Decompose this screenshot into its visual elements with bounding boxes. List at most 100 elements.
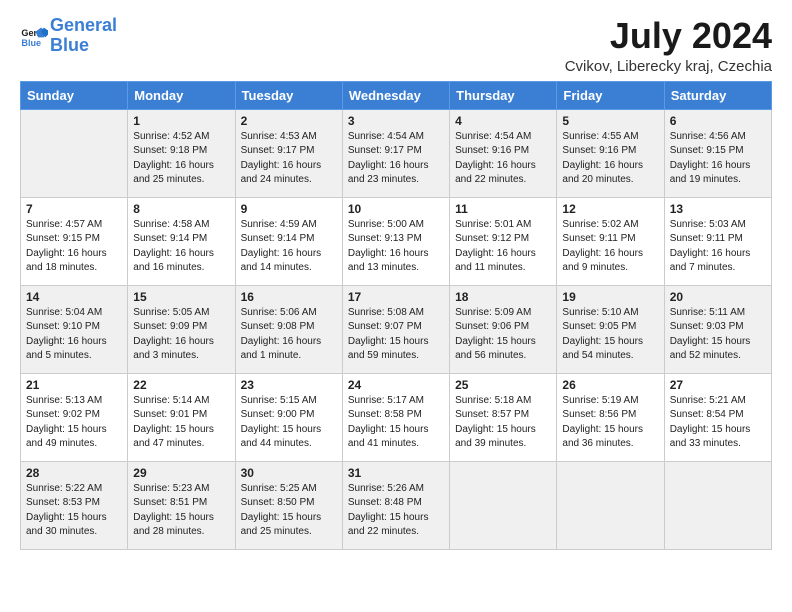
calendar-cell: 1 Sunrise: 4:52 AMSunset: 9:18 PMDaylight… bbox=[128, 109, 235, 197]
svg-text:Blue: Blue bbox=[21, 38, 41, 48]
day-number: 5 bbox=[562, 114, 658, 128]
calendar-cell: 9Sunrise: 4:59 AMSunset: 9:14 PMDaylight… bbox=[235, 197, 342, 285]
day-info: Sunrise: 5:21 AMSunset: 8:54 PMDaylight:… bbox=[670, 394, 766, 452]
calendar-cell: 10Sunrise: 5:00 AMSunset: 9:13 PMDayligh… bbox=[342, 197, 449, 285]
day-number: 12 bbox=[562, 202, 658, 216]
calendar-week-row: 28Sunrise: 5:22 AMSunset: 8:53 PMDayligh… bbox=[21, 461, 772, 549]
calendar-cell: 11 Sunrise: 5:01 AMSunset: 9:12 PMDayligh… bbox=[450, 197, 557, 285]
calendar-cell: 17 Sunrise: 5:08 AMSunset: 9:07 PMDayligh… bbox=[342, 285, 449, 373]
day-number: 23 bbox=[241, 378, 337, 392]
day-header-saturday: Saturday bbox=[664, 81, 771, 109]
day-number: 16 bbox=[241, 290, 337, 304]
day-header-tuesday: Tuesday bbox=[235, 81, 342, 109]
calendar-cell: 13 Sunrise: 5:03 AMSunset: 9:11 PMDayligh… bbox=[664, 197, 771, 285]
calendar-table: SundayMondayTuesdayWednesdayThursdayFrid… bbox=[20, 81, 772, 550]
day-number: 2 bbox=[241, 114, 337, 128]
calendar-week-row: 21Sunrise: 5:13 AMSunset: 9:02 PMDayligh… bbox=[21, 373, 772, 461]
calendar-cell: 8Sunrise: 4:58 AMSunset: 9:14 PMDaylight… bbox=[128, 197, 235, 285]
day-number: 1 bbox=[133, 114, 229, 128]
day-info: Sunrise: 4:54 AMSunset: 9:17 PMDaylight:… bbox=[348, 130, 444, 188]
day-number: 3 bbox=[348, 114, 444, 128]
calendar-cell: 18 Sunrise: 5:09 AMSunset: 9:06 PMDayligh… bbox=[450, 285, 557, 373]
day-info: Sunrise: 5:22 AMSunset: 8:53 PMDaylight:… bbox=[26, 482, 122, 540]
day-number: 31 bbox=[348, 466, 444, 480]
calendar-cell: 22 Sunrise: 5:14 AMSunset: 9:01 PMDayligh… bbox=[128, 373, 235, 461]
day-info: Sunrise: 5:04 AMSunset: 9:10 PMDaylight:… bbox=[26, 306, 122, 364]
calendar-cell: 19 Sunrise: 5:10 AMSunset: 9:05 PMDayligh… bbox=[557, 285, 664, 373]
day-number: 7 bbox=[26, 202, 122, 216]
day-info: Sunrise: 4:59 AMSunset: 9:14 PMDaylight:… bbox=[241, 218, 337, 276]
calendar-cell: 12Sunrise: 5:02 AMSunset: 9:11 PMDayligh… bbox=[557, 197, 664, 285]
day-header-sunday: Sunday bbox=[21, 81, 128, 109]
day-info: Sunrise: 5:23 AMSunset: 8:51 PMDaylight:… bbox=[133, 482, 229, 540]
calendar-cell: 26Sunrise: 5:19 AMSunset: 8:56 PMDayligh… bbox=[557, 373, 664, 461]
day-info: Sunrise: 5:14 AMSunset: 9:01 PMDaylight:… bbox=[133, 394, 229, 452]
day-number: 15 bbox=[133, 290, 229, 304]
day-number: 22 bbox=[133, 378, 229, 392]
day-info: Sunrise: 5:10 AMSunset: 9:05 PMDaylight:… bbox=[562, 306, 658, 364]
calendar-cell: 16 Sunrise: 5:06 AMSunset: 9:08 PMDayligh… bbox=[235, 285, 342, 373]
calendar-cell: 25Sunrise: 5:18 AMSunset: 8:57 PMDayligh… bbox=[450, 373, 557, 461]
day-info: Sunrise: 5:01 AMSunset: 9:12 PMDaylight:… bbox=[455, 218, 551, 276]
calendar-cell: 20 Sunrise: 5:11 AMSunset: 9:03 PMDayligh… bbox=[664, 285, 771, 373]
calendar-cell: 29 Sunrise: 5:23 AMSunset: 8:51 PMDayligh… bbox=[128, 461, 235, 549]
day-number: 14 bbox=[26, 290, 122, 304]
calendar-cell: 27Sunrise: 5:21 AMSunset: 8:54 PMDayligh… bbox=[664, 373, 771, 461]
logo-line2: Blue bbox=[50, 35, 89, 55]
day-header-monday: Monday bbox=[128, 81, 235, 109]
day-info: Sunrise: 5:17 AMSunset: 8:58 PMDaylight:… bbox=[348, 394, 444, 452]
day-header-friday: Friday bbox=[557, 81, 664, 109]
calendar-cell: 24 Sunrise: 5:17 AMSunset: 8:58 PMDayligh… bbox=[342, 373, 449, 461]
day-info: Sunrise: 5:09 AMSunset: 9:06 PMDaylight:… bbox=[455, 306, 551, 364]
day-info: Sunrise: 5:25 AMSunset: 8:50 PMDaylight:… bbox=[241, 482, 337, 540]
calendar-cell: 31Sunrise: 5:26 AMSunset: 8:48 PMDayligh… bbox=[342, 461, 449, 549]
calendar-cell: 6 Sunrise: 4:56 AMSunset: 9:15 PMDaylight… bbox=[664, 109, 771, 197]
calendar-cell: 21Sunrise: 5:13 AMSunset: 9:02 PMDayligh… bbox=[21, 373, 128, 461]
day-info: Sunrise: 4:52 AMSunset: 9:18 PMDaylight:… bbox=[133, 130, 229, 188]
day-number: 11 bbox=[455, 202, 551, 216]
day-number: 4 bbox=[455, 114, 551, 128]
day-number: 26 bbox=[562, 378, 658, 392]
day-info: Sunrise: 4:53 AMSunset: 9:17 PMDaylight:… bbox=[241, 130, 337, 188]
day-info: Sunrise: 5:11 AMSunset: 9:03 PMDaylight:… bbox=[670, 306, 766, 364]
day-number: 25 bbox=[455, 378, 551, 392]
logo: General Blue General Blue bbox=[20, 16, 117, 56]
calendar-cell: 15 Sunrise: 5:05 AMSunset: 9:09 PMDayligh… bbox=[128, 285, 235, 373]
day-info: Sunrise: 4:57 AMSunset: 9:15 PMDaylight:… bbox=[26, 218, 122, 276]
day-number: 13 bbox=[670, 202, 766, 216]
title-block: July 2024 Cvikov, Liberecky kraj, Czechi… bbox=[565, 16, 772, 75]
day-number: 29 bbox=[133, 466, 229, 480]
calendar-week-row: 14 Sunrise: 5:04 AMSunset: 9:10 PMDayligh… bbox=[21, 285, 772, 373]
calendar-week-row: 7 Sunrise: 4:57 AMSunset: 9:15 PMDaylight… bbox=[21, 197, 772, 285]
month-title: July 2024 bbox=[565, 16, 772, 56]
day-info: Sunrise: 5:06 AMSunset: 9:08 PMDaylight:… bbox=[241, 306, 337, 364]
day-number: 18 bbox=[455, 290, 551, 304]
day-number: 20 bbox=[670, 290, 766, 304]
calendar-cell: 3 Sunrise: 4:54 AMSunset: 9:17 PMDaylight… bbox=[342, 109, 449, 197]
calendar-cell: 5 Sunrise: 4:55 AMSunset: 9:16 PMDaylight… bbox=[557, 109, 664, 197]
calendar-cell bbox=[450, 461, 557, 549]
day-info: Sunrise: 5:03 AMSunset: 9:11 PMDaylight:… bbox=[670, 218, 766, 276]
day-number: 24 bbox=[348, 378, 444, 392]
day-info: Sunrise: 5:00 AMSunset: 9:13 PMDaylight:… bbox=[348, 218, 444, 276]
logo-icon: General Blue bbox=[20, 22, 48, 50]
calendar-week-row: 1 Sunrise: 4:52 AMSunset: 9:18 PMDaylight… bbox=[21, 109, 772, 197]
logo-line1: General bbox=[50, 15, 117, 35]
day-info: Sunrise: 4:55 AMSunset: 9:16 PMDaylight:… bbox=[562, 130, 658, 188]
day-number: 19 bbox=[562, 290, 658, 304]
calendar-cell bbox=[21, 109, 128, 197]
day-number: 6 bbox=[670, 114, 766, 128]
day-number: 17 bbox=[348, 290, 444, 304]
header: General Blue General Blue July 2024 Cvik… bbox=[20, 16, 772, 75]
calendar-cell: 7 Sunrise: 4:57 AMSunset: 9:15 PMDaylight… bbox=[21, 197, 128, 285]
day-info: Sunrise: 4:56 AMSunset: 9:15 PMDaylight:… bbox=[670, 130, 766, 188]
logo-text: General Blue bbox=[50, 16, 117, 56]
day-number: 8 bbox=[133, 202, 229, 216]
day-info: Sunrise: 5:05 AMSunset: 9:09 PMDaylight:… bbox=[133, 306, 229, 364]
day-info: Sunrise: 5:15 AMSunset: 9:00 PMDaylight:… bbox=[241, 394, 337, 452]
location-subtitle: Cvikov, Liberecky kraj, Czechia bbox=[565, 58, 772, 75]
calendar-header-row: SundayMondayTuesdayWednesdayThursdayFrid… bbox=[21, 81, 772, 109]
day-info: Sunrise: 4:54 AMSunset: 9:16 PMDaylight:… bbox=[455, 130, 551, 188]
day-info: Sunrise: 5:08 AMSunset: 9:07 PMDaylight:… bbox=[348, 306, 444, 364]
calendar-cell: 23 Sunrise: 5:15 AMSunset: 9:00 PMDayligh… bbox=[235, 373, 342, 461]
